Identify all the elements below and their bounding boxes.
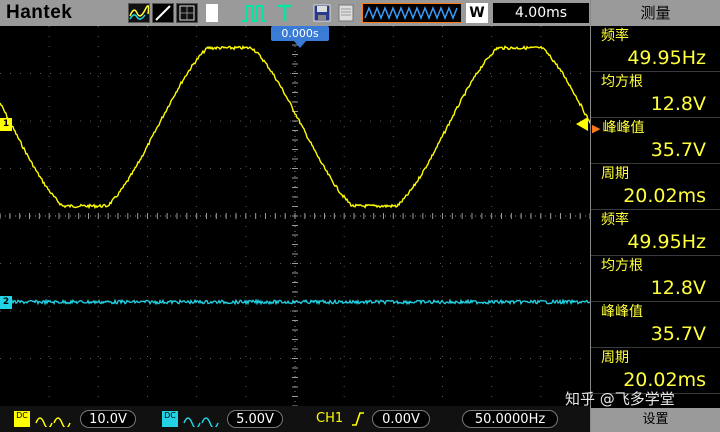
measure-label[interactable]: 峰峰值 [591,302,720,322]
measure-label-text: 峰峰值 [601,304,643,320]
measure-panel-title: 测量 [591,0,720,26]
top-toolbar: Hantek W 4.00ms [0,0,590,26]
selected-arrow-icon: ▶ [592,122,601,135]
memory-depth-indicator[interactable] [362,3,462,23]
waveform-display[interactable] [0,26,590,406]
ch2-trace [0,298,590,306]
trigger-run-icon[interactable] [240,3,270,27]
trigger-t-icon[interactable] [275,3,295,27]
bottom-status-bar: DC 10.0V DC 5.00V CH1 0.00V 50.0000Hz [0,406,590,432]
measure-value: 49.95Hz [591,46,720,72]
save-icon[interactable] [312,3,332,27]
measure-value: 49.95Hz [591,230,720,256]
print-icon[interactable] [336,3,356,27]
trigger-level[interactable]: 0.00V [372,410,430,428]
measure-label-text: 均方根 [601,74,643,90]
waveform-mode-icon[interactable] [128,3,150,23]
ch1-coupling-icon[interactable]: DC [14,411,30,427]
measure-label-text: 频率 [601,28,629,44]
measure-label-text: 均方根 [601,258,643,274]
measure-value: 12.8V [591,276,720,302]
measure-label-text: 周期 [601,350,629,366]
rising-edge-icon [350,411,366,431]
measure-value: 35.7V [591,138,720,164]
measure-label[interactable]: 均方根 [591,72,720,92]
trigger-position-readout[interactable]: 0.000s [271,26,329,41]
trigger-source[interactable]: CH1 [316,410,350,428]
watermark-text: 知乎 @飞多学堂 [565,390,675,408]
trigger-level-marker[interactable] [576,117,588,131]
measure-label[interactable]: 均方根 [591,256,720,276]
trigger-position-marker [294,41,306,48]
measure-value: 12.8V [591,92,720,118]
vector-display-icon[interactable] [152,3,174,23]
ch1-volts-div[interactable]: 10.0V [80,410,136,428]
measure-label[interactable]: 频率 [591,26,720,46]
measure-value: 20.02ms [591,184,720,210]
waveform-canvas [0,26,590,406]
ch2-coupling-icon[interactable]: DC [162,411,178,427]
measure-label-text: 周期 [601,166,629,182]
trigger-frequency: 50.0000Hz [462,410,558,428]
measure-label[interactable]: 频率 [591,210,720,230]
ch1-bandwidth-icon [34,411,72,431]
brand-logo: Hantek [6,2,73,23]
measure-label[interactable]: 周期 [591,348,720,368]
measure-label[interactable]: ▶ 峰峰值 [591,118,720,138]
timebase-readout[interactable]: 4.00ms [493,3,589,23]
measure-label-text: 峰峰值 [602,120,645,136]
ch2-level-marker[interactable]: 2 [0,296,12,309]
ch1-level-marker[interactable]: 1 [0,118,12,131]
measure-label-text: 频率 [601,212,629,228]
ch2-bandwidth-icon [182,411,220,431]
settings-button[interactable]: 设置 [591,408,720,432]
measure-label[interactable]: 周期 [591,164,720,184]
white-block-icon [206,4,218,22]
window-label: W [466,3,488,23]
ch2-volts-div[interactable]: 5.00V [227,410,283,428]
measure-value: 35.7V [591,322,720,348]
grid-display-icon[interactable] [176,3,198,23]
measure-list: 频率 49.95Hz 均方根 12.8V ▶ 峰峰值 35.7V 周期 20.02ms 频率 49.… [591,26,720,394]
measure-panel: 测量 频率 49.95Hz 均方根 12.8V ▶ 峰峰值 35.7V 周期 20.02ms 频率… [590,0,720,432]
